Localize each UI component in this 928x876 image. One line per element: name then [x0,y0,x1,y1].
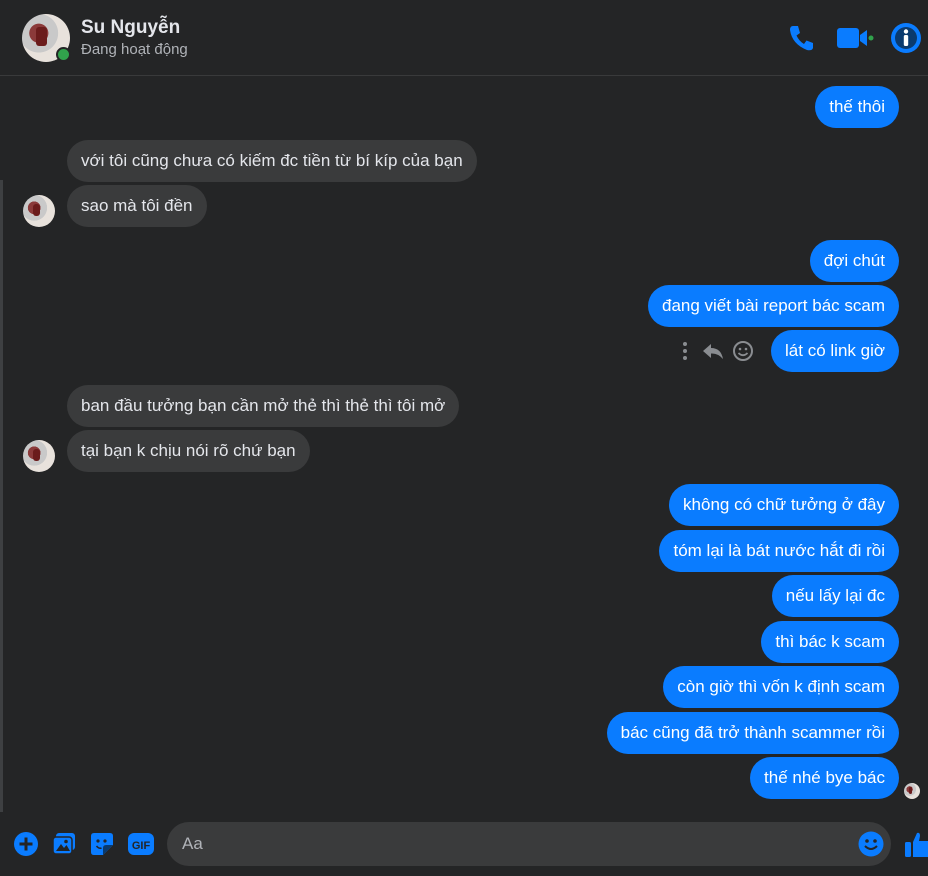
more-icon[interactable] [676,341,696,361]
info-icon[interactable] [891,23,921,53]
message-bubble-outgoing[interactable]: nếu lấy lại đc [771,575,899,617]
message-bubble-outgoing[interactable]: lát có link giờ [771,330,899,372]
message-bubble-incoming[interactable]: tại bạn k chịu nói rõ chứ bạn [67,430,310,472]
sender-avatar[interactable] [23,195,55,227]
message-bubble-outgoing[interactable]: đợi chút [809,240,899,282]
message-bubble-outgoing[interactable]: đang viết bài report bác scam [647,285,899,327]
message-bubble-outgoing[interactable]: không có chữ tưởng ở đây [669,484,899,526]
message-bubble-outgoing[interactable]: thế thôi [815,86,899,128]
message-input-placeholder: Aa [182,834,203,853]
phone-icon[interactable] [788,24,814,52]
message-input[interactable] [167,822,891,866]
react-icon[interactable] [732,340,754,362]
reply-icon[interactable] [702,341,724,361]
message-bubble-outgoing[interactable]: bác cũng đã trở thành scammer rồi [606,712,899,754]
message-bubble-incoming[interactable]: ban đầu tưởng bạn cần mở thẻ thì thẻ thì… [67,385,460,427]
message-bubble-outgoing[interactable]: thế nhé bye bác [750,757,899,799]
message-bubble-outgoing[interactable]: tóm lại là bát nước hắt đi rồi [659,530,899,572]
online-status-dot [56,47,71,62]
seen-indicator-avatar [904,783,920,799]
image-icon[interactable] [52,832,76,856]
sticker-icon[interactable] [90,832,114,856]
plus-icon[interactable] [14,832,38,856]
sender-avatar[interactable] [23,440,55,472]
message-bubble-incoming[interactable]: sao mà tôi đền [67,185,207,227]
video-icon[interactable] [836,24,874,52]
gif-icon[interactable]: GIF [128,832,154,856]
chat-header: Su Nguyễn Đang hoạt động [0,0,928,76]
message-bubble-outgoing[interactable]: còn giờ thì vốn k định scam [663,666,899,708]
svg-text:GIF: GIF [132,840,151,852]
message-bubble-incoming[interactable]: với tôi cũng chưa có kiếm đc tiền từ bí … [67,140,477,182]
message-bubble-outgoing[interactable]: thì bác k scam [761,621,899,663]
contact-name[interactable]: Su Nguyễn [81,17,180,39]
emoji-icon[interactable] [858,831,884,857]
like-icon[interactable] [904,830,928,858]
scrollbar-track[interactable] [0,180,3,812]
message-actions [676,339,754,363]
contact-status: Đang hoạt động [81,41,188,58]
